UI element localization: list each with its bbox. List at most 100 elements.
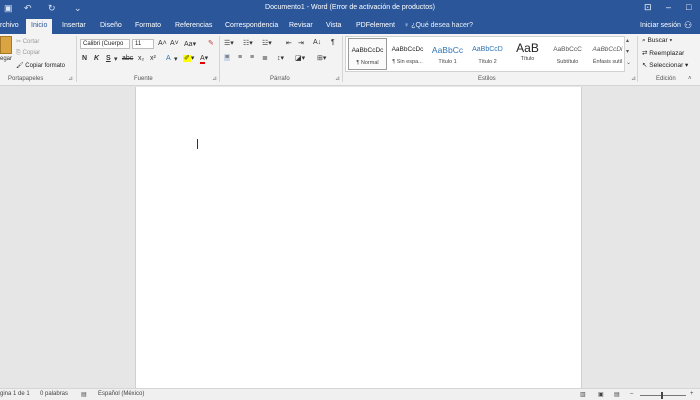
style-no-spacing[interactable]: AaBbCcDc ¶ Sin espa... — [388, 38, 427, 70]
tab-insertar[interactable]: Insertar — [62, 22, 86, 29]
tab-pdfelement[interactable]: PDFelement — [356, 22, 395, 29]
increase-indent-icon[interactable]: ⇥ — [298, 39, 304, 47]
minimize-icon[interactable]: – — [666, 2, 671, 12]
clipboard-launcher-icon[interactable]: ⊿ — [68, 75, 73, 82]
styles-gallery: AaBbCcDc ¶ Normal AaBbCcDc ¶ Sin espa...… — [345, 36, 625, 72]
style-subtle-emphasis[interactable]: AaBbCcDi Énfasis sutil — [588, 38, 627, 70]
text-effects-button[interactable]: A — [166, 55, 171, 62]
sort-button[interactable]: A↓ — [313, 39, 321, 46]
decrease-indent-icon[interactable]: ⇤ — [286, 39, 292, 47]
print-layout-icon[interactable]: ▣ — [598, 391, 604, 398]
tab-archivo[interactable]: rchivo — [0, 22, 19, 29]
shrink-font-button[interactable]: A˅ — [170, 40, 179, 47]
font-size-box[interactable]: 11 — [132, 39, 154, 49]
borders-icon[interactable]: ⊞▾ — [317, 54, 326, 62]
subscript-button[interactable]: x₂ — [138, 55, 144, 62]
underline-dropdown-icon[interactable]: ▾ — [114, 55, 118, 63]
document-page[interactable] — [135, 87, 582, 388]
style-normal[interactable]: AaBbCcDc ¶ Normal — [348, 38, 387, 70]
group-separator — [342, 36, 343, 82]
style-sample: AaBbCcC — [553, 46, 582, 53]
line-spacing-icon[interactable]: ↕▾ — [277, 54, 284, 62]
document-canvas — [0, 87, 700, 388]
font-color-label: A — [200, 55, 205, 64]
styles-launcher-icon[interactable]: ⊿ — [631, 75, 636, 82]
tab-referencias[interactable]: Referencias — [175, 22, 212, 29]
group-separator — [219, 36, 220, 82]
style-subtitle[interactable]: AaBbCcC Subtítulo — [548, 38, 587, 70]
numbering-icon[interactable]: ☷▾ — [243, 39, 253, 47]
language-indicator[interactable]: Español (México) — [98, 391, 144, 397]
tab-diseno[interactable]: Diseño — [100, 22, 122, 29]
maximize-icon[interactable]: □ — [686, 2, 691, 12]
highlight-color-button[interactable]: ✐▾ — [183, 54, 194, 62]
share-icon[interactable]: ⚇ — [684, 20, 692, 31]
style-sample: AaBbCcD — [472, 46, 503, 53]
zoom-slider[interactable] — [640, 395, 686, 396]
select-button[interactable]: ↖ Seleccionar ▾ — [642, 61, 688, 69]
tab-revisar[interactable]: Revisar — [289, 22, 313, 29]
font-name-value: Calibri (Cuerpo — [83, 41, 124, 47]
change-case-button[interactable]: Aa▾ — [184, 40, 196, 48]
style-heading-2[interactable]: AaBbCcD Título 2 — [468, 38, 507, 70]
style-name: ¶ Normal — [356, 60, 379, 66]
font-launcher-icon[interactable]: ⊿ — [212, 75, 217, 82]
find-button[interactable]: ⌕ Buscar ▾ — [642, 37, 672, 45]
shading-icon[interactable]: ◪▾ — [295, 54, 305, 62]
bold-button[interactable]: N — [82, 55, 87, 62]
tab-vista[interactable]: Vista — [326, 22, 341, 29]
gallery-scroll-up-icon[interactable]: ▴ — [626, 37, 629, 44]
tab-inicio[interactable]: Inicio — [26, 19, 53, 34]
format-painter-button[interactable]: 🖌 Copiar formato — [16, 62, 65, 69]
replace-button[interactable]: ⇄ Reemplazar — [642, 49, 684, 57]
word-count[interactable]: 0 palabras — [40, 391, 68, 397]
font-size-value: 11 — [135, 41, 142, 47]
collapse-ribbon-icon[interactable]: ˄ — [688, 76, 692, 82]
gallery-scroll-down-icon[interactable]: ▾ — [626, 48, 629, 55]
web-layout-icon[interactable]: ▤ — [614, 391, 620, 398]
title-bar: ▣ ↶ ↻ ⌄ Documento1 - Word (Error de acti… — [0, 0, 700, 18]
text-cursor — [197, 139, 198, 149]
paragraph-launcher-icon[interactable]: ⊿ — [335, 75, 340, 82]
justify-icon[interactable]: ≣ — [262, 54, 268, 62]
ribbon: egar ✂ Cortar ⎘ Copiar 🖌 Copiar formato … — [0, 34, 700, 86]
grow-font-label: A — [158, 40, 163, 47]
underline-button[interactable]: S — [106, 55, 111, 62]
copy-button[interactable]: ⎘ Copiar — [16, 50, 40, 57]
ribbon-display-options-icon[interactable]: ⊡ — [644, 2, 652, 13]
italic-button[interactable]: K — [94, 55, 99, 62]
strikethrough-button[interactable]: abc — [122, 55, 133, 62]
align-center-icon[interactable]: ≡ — [238, 54, 242, 61]
paste-button[interactable]: egar — [0, 56, 12, 62]
font-name-box[interactable]: Calibri (Cuerpo — [80, 39, 130, 49]
clipboard-paste-icon[interactable] — [0, 36, 12, 54]
styles-group-label: Estilos — [478, 76, 496, 82]
style-name: Título — [520, 56, 535, 62]
zoom-in-icon[interactable]: + — [690, 391, 694, 397]
tab-formato[interactable]: Formato — [135, 22, 161, 29]
align-right-icon[interactable]: ≡ — [250, 54, 254, 61]
font-color-button[interactable]: A▾ — [200, 54, 208, 64]
sign-in-link[interactable]: Iniciar sesión — [640, 22, 681, 29]
gallery-more-icon[interactable]: ⌄ — [626, 59, 631, 66]
show-marks-button[interactable]: ¶ — [331, 39, 335, 46]
tell-me-box[interactable]: ♀ ¿Qué desea hacer? — [404, 22, 473, 29]
style-heading-1[interactable]: AaBbCc Título 1 — [428, 38, 467, 70]
style-title[interactable]: AaB Título — [508, 38, 547, 70]
style-sample: AaBbCc — [431, 45, 464, 55]
scissors-icon: ✂ — [16, 39, 23, 45]
grow-font-button[interactable]: A˄ — [158, 40, 167, 47]
zoom-slider-thumb[interactable] — [661, 392, 663, 399]
superscript-button[interactable]: x² — [150, 55, 156, 62]
read-mode-icon[interactable]: ▥ — [580, 391, 586, 398]
cut-button[interactable]: ✂ Cortar — [16, 38, 39, 45]
text-effects-dropdown-icon[interactable]: ▾ — [174, 55, 178, 63]
zoom-out-icon[interactable]: – — [630, 391, 633, 397]
bullets-icon[interactable]: ☰▾ — [224, 39, 234, 47]
proofing-icon[interactable]: ▤ — [81, 391, 87, 398]
tab-correspondencia[interactable]: Correspondencia — [225, 22, 278, 29]
align-left-icon[interactable]: ≡ — [224, 54, 231, 61]
page-count[interactable]: gina 1 de 1 — [0, 391, 30, 397]
multilevel-list-icon[interactable]: ☳▾ — [262, 39, 272, 47]
clear-formatting-icon[interactable]: ✎ — [208, 39, 214, 47]
